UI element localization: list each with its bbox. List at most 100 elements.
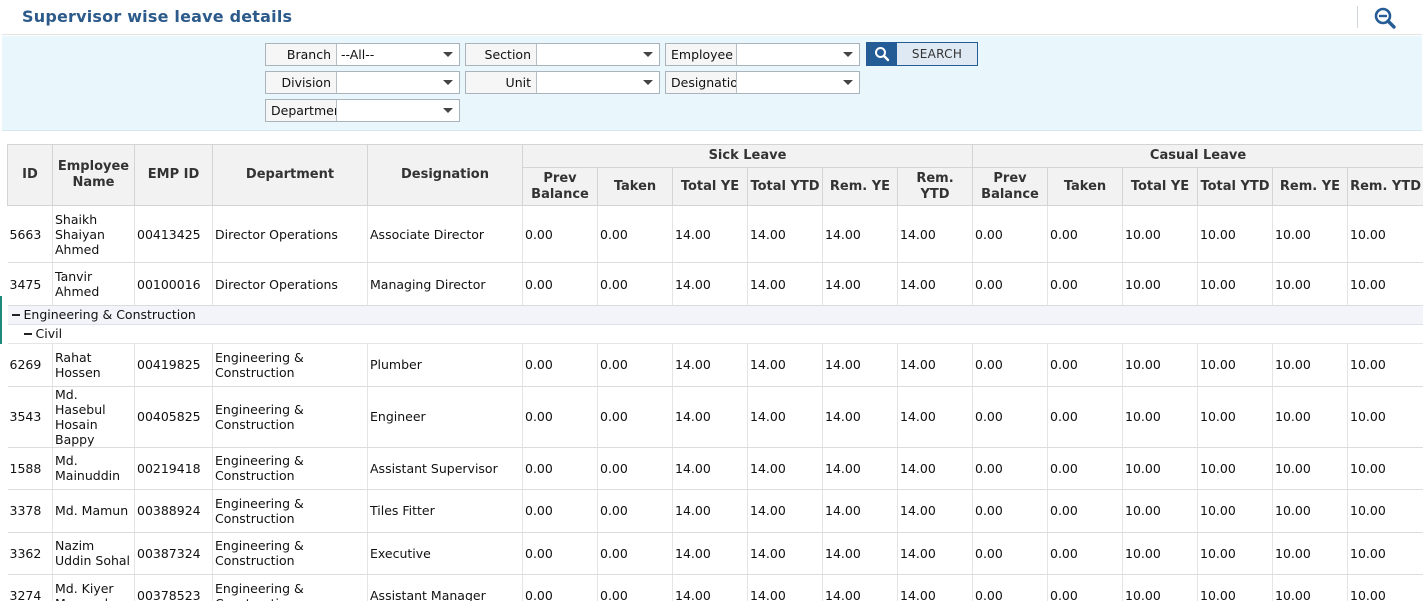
cell-id: 1588	[7, 447, 53, 490]
col-header-casual-rem-ye[interactable]: Rem. YE	[1272, 167, 1348, 206]
col-header-employee-name[interactable]: Employee Name	[52, 144, 135, 206]
cell-sick-total-ytd: 14.00	[747, 447, 823, 490]
unit-select[interactable]	[537, 72, 659, 93]
cell-sick-total-ytd: 14.00	[747, 262, 823, 306]
page-title: Supervisor wise leave details	[22, 7, 293, 26]
cell-sick-rem-ytd: 14.00	[897, 447, 973, 490]
cell-department: Director Operations	[212, 262, 368, 306]
cell-sick-rem-ytd: 14.00	[897, 489, 973, 533]
col-header-sick-total-ye[interactable]: Total YE	[672, 167, 748, 206]
cell-casual-total-ye: 10.00	[1122, 205, 1198, 263]
division-select[interactable]	[337, 72, 459, 93]
cell-casual-rem-ytd: 10.00	[1347, 343, 1423, 387]
cell-casual-taken: 0.00	[1047, 532, 1123, 575]
cell-emp-id: 00219418	[134, 447, 213, 490]
table-row[interactable]: 3378 Md. Mamun 00388924 Engineering & Const…	[7, 489, 1423, 533]
col-header-casual-prev-balance[interactable]: Prev Balance	[972, 167, 1048, 206]
chevron-down-icon	[643, 80, 653, 85]
cell-casual-rem-ye: 10.00	[1272, 343, 1348, 387]
table-row[interactable]: 3362 Nazim Uddin Sohal 00387324 Engineering…	[7, 532, 1423, 575]
table-row[interactable]: 3543 Md. Hasebul Hosain Bappy 00405825 Engi…	[7, 386, 1423, 448]
table-row[interactable]: 5663 Shaikh Shaiyan Ahmed 00413425 Director…	[7, 205, 1423, 263]
cell-sick-prev-balance: 0.00	[522, 574, 598, 601]
cell-sick-prev-balance: 0.00	[522, 205, 598, 263]
cell-department: Engineering & Construction	[212, 343, 368, 387]
cell-sick-rem-ye: 14.00	[822, 447, 898, 490]
cell-casual-prev-balance: 0.00	[972, 447, 1048, 490]
cell-sick-rem-ytd: 14.00	[897, 574, 973, 601]
subgroup-row-section[interactable]: Civil	[7, 324, 1423, 344]
section-select[interactable]	[537, 44, 659, 65]
cell-department: Engineering & Construction	[212, 447, 368, 490]
col-header-id[interactable]: ID	[7, 144, 53, 206]
search-button[interactable]: SEARCH	[866, 42, 978, 66]
cell-casual-rem-ye: 10.00	[1272, 447, 1348, 490]
department-select[interactable]	[337, 100, 459, 121]
group-row-department[interactable]: Engineering & Construction	[7, 305, 1423, 325]
cell-casual-total-ytd: 10.00	[1197, 343, 1273, 387]
cell-employee-name: Shaikh Shaiyan Ahmed	[52, 205, 135, 263]
cell-designation: Managing Director	[367, 262, 523, 306]
col-header-casual-total-ye[interactable]: Total YE	[1122, 167, 1198, 206]
col-header-sick-rem-ye[interactable]: Rem. YE	[822, 167, 898, 206]
cell-casual-prev-balance: 0.00	[972, 343, 1048, 387]
col-header-sick-total-ytd[interactable]: Total YTD	[747, 167, 823, 206]
cell-casual-prev-balance: 0.00	[972, 386, 1048, 448]
cell-sick-total-ye: 14.00	[672, 262, 748, 306]
cell-emp-id: 00378523	[134, 574, 213, 601]
col-header-sick-prev-balance[interactable]: Prev Balance	[522, 167, 598, 206]
cell-casual-total-ye: 10.00	[1122, 574, 1198, 601]
cell-casual-total-ye: 10.00	[1122, 447, 1198, 490]
cell-casual-rem-ytd: 10.00	[1347, 532, 1423, 575]
cell-sick-taken: 0.00	[597, 343, 673, 387]
minus-icon[interactable]	[23, 332, 32, 335]
cell-id: 6269	[7, 343, 53, 387]
employee-select[interactable]	[737, 44, 859, 65]
cell-casual-taken: 0.00	[1047, 262, 1123, 306]
page-header: Supervisor wise leave details	[2, 0, 1422, 35]
employee-label: Employee	[666, 44, 737, 65]
cell-id: 3475	[7, 262, 53, 306]
table-row[interactable]: 1588 Md. Mainuddin 00219418 Engineering & C…	[7, 447, 1423, 490]
table-row[interactable]: 3475 Tanvir Ahmed 00100016 Director Operati…	[7, 262, 1423, 306]
chevron-down-icon	[643, 52, 653, 57]
branch-select[interactable]: --All--	[337, 44, 459, 65]
table-row[interactable]: 6269 Rahat Hossen 00419825 Engineering & Co…	[7, 343, 1423, 387]
col-header-casual-total-ytd[interactable]: Total YTD	[1197, 167, 1273, 206]
zoom-out-button[interactable]	[1372, 6, 1398, 30]
chevron-down-icon	[843, 52, 853, 57]
cell-sick-rem-ye: 14.00	[822, 262, 898, 306]
cell-sick-total-ytd: 14.00	[747, 532, 823, 575]
cell-sick-total-ye: 14.00	[672, 447, 748, 490]
cell-employee-name: Tanvir Ahmed	[52, 262, 135, 306]
table-row[interactable]: 3274Md. Kiyer Mazumdar00378523Engineerin…	[7, 574, 1423, 601]
filter-panel: Branch --All-- Section Employee SEARCH D…	[2, 36, 1422, 131]
cell-department: Director Operations	[212, 205, 368, 263]
cell-casual-total-ytd: 10.00	[1197, 386, 1273, 448]
subgroup-row-cell: Civil	[7, 324, 1423, 344]
cell-casual-prev-balance: 0.00	[972, 205, 1048, 263]
col-header-sick-taken[interactable]: Taken	[597, 167, 673, 206]
col-header-department[interactable]: Department	[212, 144, 368, 206]
col-header-designation[interactable]: Designation	[367, 144, 523, 206]
col-header-emp-id[interactable]: EMP ID	[134, 144, 213, 206]
cell-casual-prev-balance: 0.00	[972, 262, 1048, 306]
col-header-casual-rem-ytd[interactable]: Rem. YTD	[1346, 167, 1423, 206]
minus-icon[interactable]	[11, 313, 20, 316]
cell-employee-name: Md. Mamun	[52, 489, 135, 533]
search-button-label: SEARCH	[911, 47, 963, 61]
division-filter: Division	[265, 71, 460, 94]
cell-sick-prev-balance: 0.00	[522, 447, 598, 490]
cell-sick-taken: 0.00	[597, 386, 673, 448]
cell-sick-taken: 0.00	[597, 574, 673, 601]
cell-casual-taken: 0.00	[1047, 489, 1123, 533]
cell-department: Engineering & Construction	[212, 489, 368, 533]
department-label: Department	[266, 100, 337, 121]
cell-sick-total-ytd: 14.00	[747, 343, 823, 387]
designation-select[interactable]	[737, 72, 859, 93]
col-header-casual-taken[interactable]: Taken	[1047, 167, 1123, 206]
cell-designation: Engineer	[367, 386, 523, 448]
group-header-sick-leave: Sick Leave	[522, 144, 973, 168]
col-header-sick-rem-ytd[interactable]: Rem. YTD	[897, 167, 973, 206]
group-label: Engineering & Construction	[23, 307, 196, 322]
